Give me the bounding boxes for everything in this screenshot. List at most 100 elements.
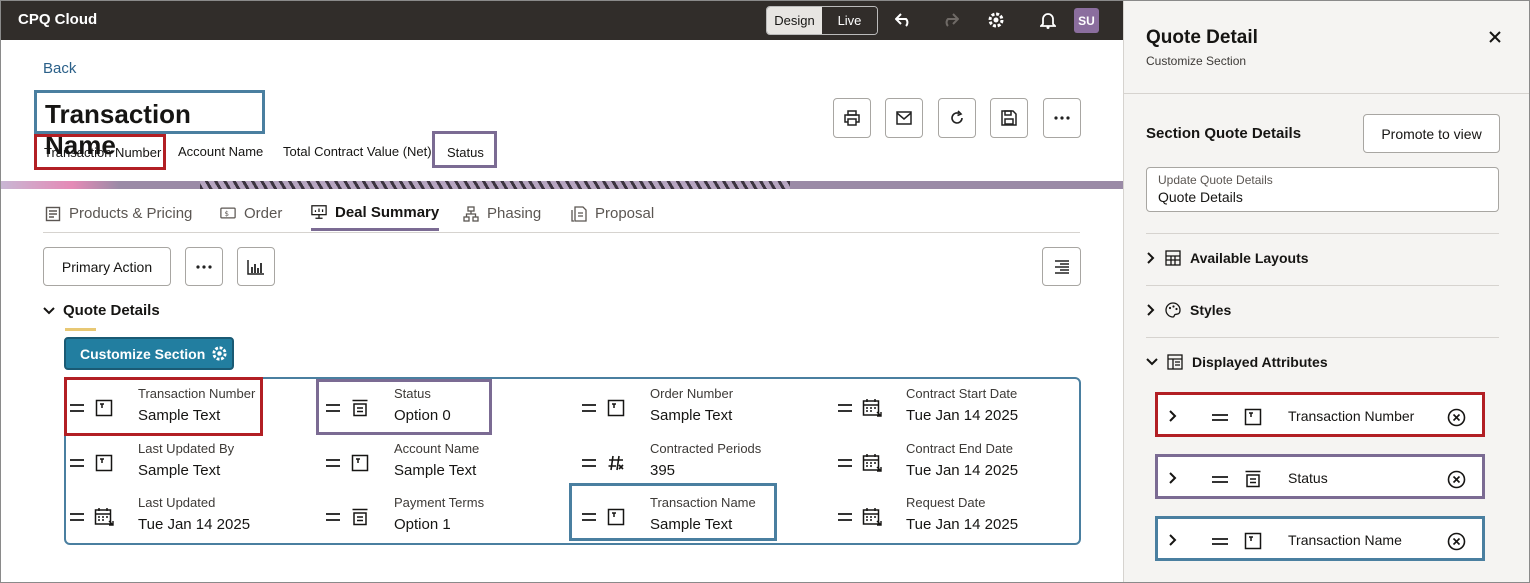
field-value: Tue Jan 14 2025	[906, 462, 1019, 479]
live-mode-button[interactable]: Live	[822, 7, 877, 34]
close-icon[interactable]	[1486, 28, 1504, 46]
drag-handle-icon[interactable]	[582, 459, 596, 467]
input-value[interactable]: Quote Details	[1158, 189, 1243, 205]
attribute-label: Status	[1288, 470, 1328, 486]
primary-action-button[interactable]: Primary Action	[43, 247, 171, 286]
styles-label: Styles	[1190, 302, 1232, 318]
tab-proposal[interactable]: Proposal	[571, 200, 654, 227]
displayed-attributes-row[interactable]: Displayed Attributes	[1146, 354, 1328, 370]
drag-handle-icon[interactable]	[70, 459, 84, 467]
highlight-status	[316, 379, 492, 435]
save-button[interactable]	[990, 98, 1028, 138]
more-icon	[1054, 116, 1070, 120]
deal-summary-icon	[311, 204, 327, 220]
separator	[1146, 337, 1499, 338]
layouts-icon	[1165, 250, 1181, 266]
calendar-icon	[862, 507, 882, 527]
tab-label: Products & Pricing	[69, 205, 193, 222]
select-field-icon	[1245, 470, 1261, 488]
meta-total-contract-value: Total Contract Value (Net)	[283, 144, 432, 159]
field-cell[interactable]: Contract Start Date Tue Jan 14 2025	[834, 384, 1074, 434]
field-value: 395	[650, 462, 676, 479]
available-layouts-row[interactable]: Available Layouts	[1146, 250, 1309, 266]
tab-label: Order	[244, 205, 283, 222]
analytics-button[interactable]	[237, 247, 275, 286]
notification-bell-icon[interactable]	[1038, 10, 1058, 30]
more-actions-button[interactable]	[1043, 98, 1081, 138]
design-mode-button[interactable]: Design	[767, 7, 822, 34]
attribute-row-status[interactable]: Status	[1155, 454, 1485, 499]
attribute-row-transaction-name[interactable]: Transaction Name	[1155, 516, 1485, 561]
drag-handle-icon[interactable]	[1212, 538, 1228, 545]
field-cell[interactable]: Order Number Sample Text	[578, 384, 818, 434]
tab-deal-summary[interactable]: Deal Summary	[311, 200, 440, 231]
drag-handle-icon[interactable]	[582, 404, 596, 412]
highlight-transaction-number	[64, 377, 263, 436]
refresh-button[interactable]	[938, 98, 976, 138]
drag-handle-icon[interactable]	[70, 513, 84, 521]
field-cell[interactable]: Last Updated By Sample Text	[66, 439, 306, 489]
products-icon	[45, 206, 61, 222]
field-value: Sample Text	[650, 407, 733, 424]
tab-phasing[interactable]: Phasing	[463, 200, 541, 227]
chevron-right-icon[interactable]	[1168, 409, 1178, 423]
update-quote-details-input[interactable]: Update Quote Details Quote Details	[1146, 167, 1499, 212]
overflow-menu-button[interactable]	[185, 247, 223, 286]
panel-title: Quote Detail	[1146, 27, 1258, 48]
email-icon	[896, 111, 912, 125]
customize-section-button[interactable]: Customize Section	[64, 337, 234, 370]
promote-to-view-button[interactable]: Promote to view	[1363, 114, 1500, 153]
undo-icon[interactable]	[894, 10, 914, 30]
align-content-button[interactable]	[1042, 247, 1081, 286]
app-title: CPQ Cloud	[18, 11, 98, 28]
field-label: Request Date	[906, 495, 986, 510]
remove-circle-icon[interactable]	[1447, 470, 1466, 489]
drag-handle-icon[interactable]	[326, 513, 340, 521]
chevron-down-icon	[1146, 358, 1158, 366]
field-cell[interactable]: Contract End Date Tue Jan 14 2025	[834, 439, 1074, 489]
email-button[interactable]	[885, 98, 923, 138]
displayed-attributes-label: Displayed Attributes	[1192, 354, 1328, 370]
drag-handle-icon[interactable]	[838, 513, 852, 521]
tab-label: Phasing	[487, 205, 542, 222]
field-value: Option 1	[394, 516, 451, 533]
field-cell[interactable]: Payment Terms Option 1	[322, 493, 562, 543]
chart-icon	[247, 259, 264, 275]
print-button[interactable]	[833, 98, 871, 138]
top-bar: CPQ Cloud Design Live SU	[0, 0, 1123, 40]
redo-icon[interactable]	[940, 10, 960, 30]
field-cell[interactable]: Last Updated Tue Jan 14 2025	[66, 493, 306, 543]
panel-divider	[1124, 93, 1530, 94]
input-label: Update Quote Details	[1158, 173, 1273, 187]
styles-row[interactable]: Styles	[1146, 302, 1231, 318]
mode-toggle[interactable]: Design Live	[766, 6, 878, 35]
back-link[interactable]: Back	[43, 60, 76, 77]
chevron-right-icon[interactable]	[1168, 471, 1178, 485]
meta-transaction-number: Transaction Number	[34, 134, 166, 170]
field-cell[interactable]: Contracted Periods 395	[578, 439, 818, 489]
tab-products-pricing[interactable]: Products & Pricing	[45, 200, 192, 227]
highlight-transaction-name	[569, 483, 777, 541]
drag-handle-icon[interactable]	[838, 459, 852, 467]
print-icon	[844, 110, 860, 126]
remove-circle-icon[interactable]	[1447, 408, 1466, 427]
settings-gear-icon[interactable]	[986, 10, 1006, 30]
field-label: Last Updated	[138, 495, 216, 510]
field-cell[interactable]: Account Name Sample Text	[322, 439, 562, 489]
field-label: Contracted Periods	[650, 441, 762, 456]
user-avatar[interactable]: SU	[1074, 8, 1099, 33]
drag-handle-icon[interactable]	[838, 404, 852, 412]
quote-details-section-header[interactable]: Quote Details	[43, 302, 160, 319]
field-cell[interactable]: Request Date Tue Jan 14 2025	[834, 493, 1074, 543]
attribute-row-transaction-number[interactable]: Transaction Number	[1155, 392, 1485, 437]
chevron-right-icon[interactable]	[1168, 533, 1178, 547]
drag-handle-icon[interactable]	[326, 459, 340, 467]
field-label: Last Updated By	[138, 441, 235, 456]
tab-label: Deal Summary	[335, 203, 440, 221]
tab-order[interactable]: $ Order	[220, 200, 282, 227]
drag-handle-icon[interactable]	[1212, 476, 1228, 483]
customize-label: Customize Section	[80, 345, 206, 362]
remove-circle-icon[interactable]	[1447, 532, 1466, 551]
section-quote-details-title: Section Quote Details	[1146, 125, 1302, 142]
drag-handle-icon[interactable]	[1212, 414, 1228, 421]
